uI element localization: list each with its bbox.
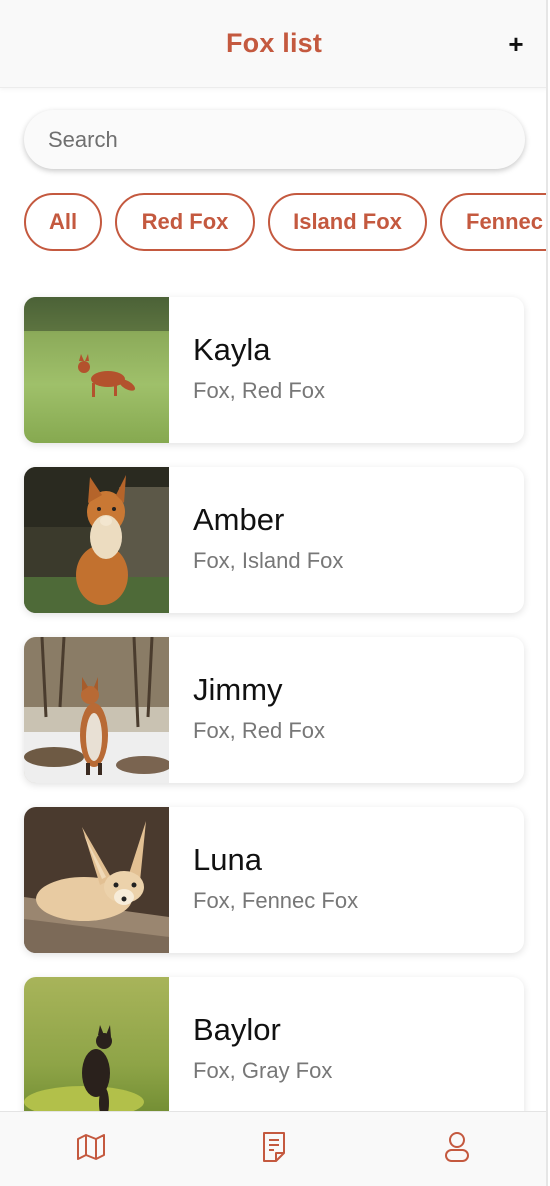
app-screen: Fox list + All Red Fox Island Fox Fennec bbox=[0, 0, 548, 1186]
fox-name: Baylor bbox=[193, 1012, 281, 1047]
fox-photo bbox=[24, 467, 169, 613]
page-title: Fox list bbox=[225, 28, 323, 58]
filter-chips: All Red Fox Island Fox Fennec bbox=[24, 193, 546, 251]
search-bar[interactable] bbox=[24, 110, 525, 169]
fox-tags: Fox, Red Fox bbox=[193, 378, 326, 403]
bottom-nav bbox=[0, 1111, 546, 1186]
top-bar: Fox list + bbox=[0, 0, 546, 88]
fox-photo bbox=[24, 807, 169, 953]
fox-card-amber[interactable]: Amber Fox, Island Fox bbox=[24, 467, 524, 613]
fox-name: Jimmy bbox=[193, 672, 283, 707]
filter-chip-all[interactable]: All bbox=[24, 193, 102, 251]
fox-card-kayla[interactable]: Kayla Fox, Red Fox bbox=[24, 297, 524, 443]
fox-tags: Fox, Red Fox bbox=[193, 718, 326, 743]
filter-chip-island-fox[interactable]: Island Fox bbox=[268, 193, 427, 251]
filter-chip-red-fox[interactable]: Red Fox bbox=[115, 193, 255, 251]
fox-photo bbox=[24, 637, 169, 783]
list-icon bbox=[261, 1131, 287, 1168]
add-fox-button[interactable]: + bbox=[500, 26, 532, 62]
map-icon bbox=[76, 1133, 106, 1166]
search-input[interactable] bbox=[48, 126, 525, 153]
fox-name: Luna bbox=[193, 842, 262, 877]
fox-tags: Fox, Island Fox bbox=[193, 548, 344, 573]
filter-chip-fennec[interactable]: Fennec bbox=[440, 193, 546, 251]
fox-name: Kayla bbox=[193, 332, 271, 367]
nav-profile-button[interactable] bbox=[427, 1119, 487, 1179]
fox-card-baylor[interactable]: Baylor Fox, Gray Fox bbox=[24, 977, 524, 1123]
fox-card-jimmy[interactable]: Jimmy Fox, Red Fox bbox=[24, 637, 524, 783]
fox-card-luna[interactable]: Luna Fox, Fennec Fox bbox=[24, 807, 524, 953]
fox-photo bbox=[24, 297, 169, 443]
fox-tags: Fox, Fennec Fox bbox=[193, 888, 359, 913]
nav-map-button[interactable] bbox=[61, 1119, 121, 1179]
profile-icon bbox=[444, 1131, 470, 1168]
fox-name: Amber bbox=[193, 502, 285, 537]
fox-photo bbox=[24, 977, 169, 1123]
nav-list-button[interactable] bbox=[244, 1119, 304, 1179]
fox-tags: Fox, Gray Fox bbox=[193, 1058, 333, 1083]
